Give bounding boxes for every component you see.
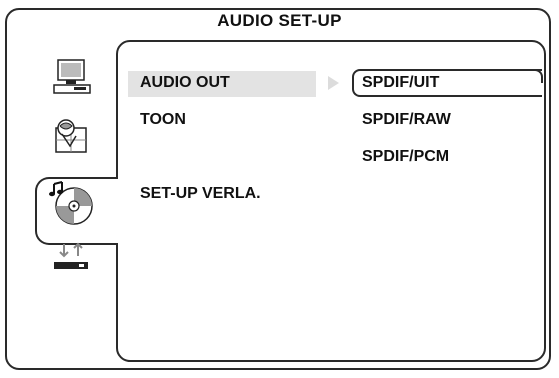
submenu-arrow-icon [328, 76, 339, 90]
tab-panel-joint [114, 179, 120, 243]
menu-item-setup-verla[interactable]: SET-UP VERLA. [140, 185, 261, 203]
preferences-setup-icon[interactable] [52, 242, 92, 276]
page-title: AUDIO SET-UP [217, 11, 342, 30]
menu-item-toon[interactable]: TOON [140, 111, 186, 129]
general-setup-icon[interactable] [52, 58, 96, 98]
option-spdif-uit[interactable]: SPDIF/UIT [362, 74, 439, 92]
option-spdif-raw[interactable]: SPDIF/RAW [362, 111, 451, 129]
language-setup-icon[interactable] [52, 118, 92, 156]
audio-setup-icon[interactable] [48, 180, 96, 226]
menu-item-audio-out[interactable]: AUDIO OUT [140, 74, 230, 92]
option-spdif-pcm[interactable]: SPDIF/PCM [362, 148, 449, 166]
